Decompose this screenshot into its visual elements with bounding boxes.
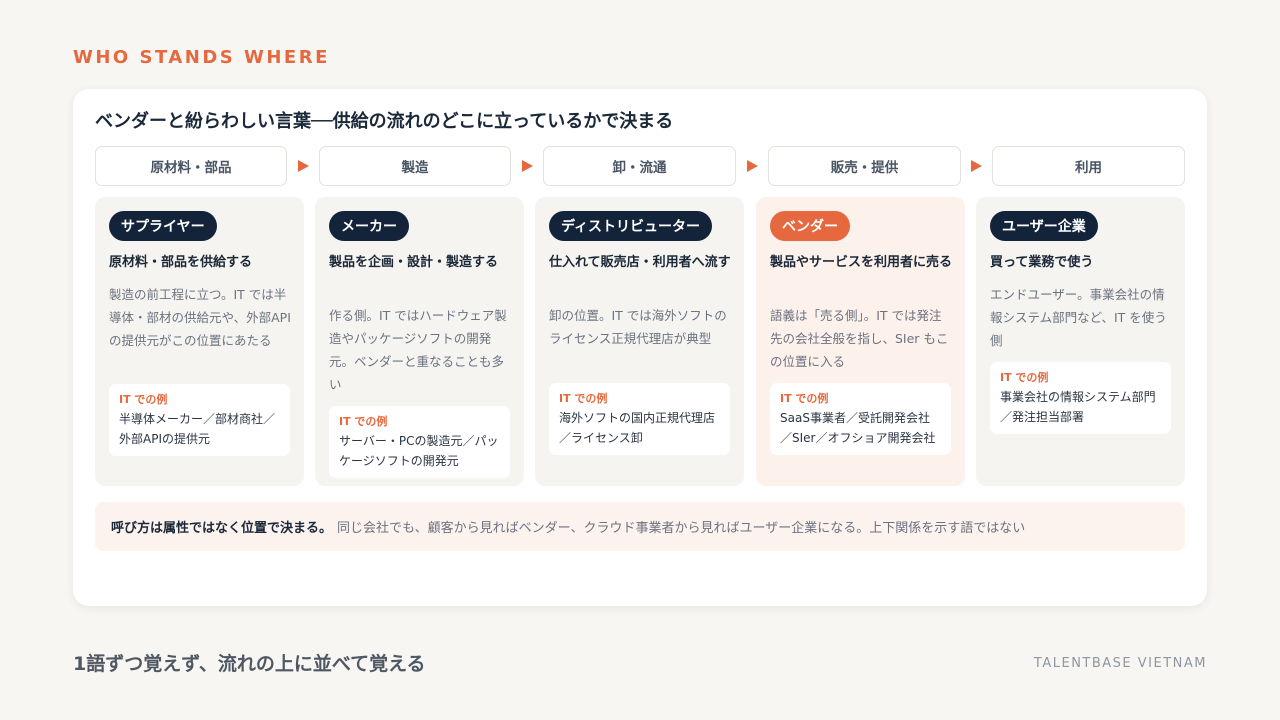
stage-manufacturing: 製造 — [319, 146, 511, 186]
role-badge: ディストリビューター — [549, 211, 713, 241]
role-description: 卸の位置。IT では海外ソフトのライセンス正規代理店が典型 — [549, 308, 727, 346]
example-text: サーバー・PCの製造元／パッケージソフトの開発元 — [339, 434, 499, 468]
example-text: 事業会社の情報システム部門／発注担当部署 — [1000, 390, 1156, 424]
card-title: ベンダーと紛らわしい言葉──供給の流れのどこに立っているかで決まる — [95, 111, 674, 132]
main-card: ベンダーと紛らわしい言葉──供給の流れのどこに立っているかで決まる 原材料・部品… — [73, 89, 1207, 606]
example-box: IT での例 半導体メーカー／部材商社／外部APIの提供元 — [109, 384, 290, 456]
stage-usage: 利用 — [992, 146, 1185, 186]
role-description: 製造の前工程に立つ。IT では半導体・部材の供給元や、外部APIの提供元がこの位… — [109, 287, 291, 348]
role-description: 作る側。IT ではハードウェア製造やパッケージソフトの開発元。ベンダーと重なるこ… — [329, 308, 507, 392]
flow-arrow-icon — [298, 160, 309, 172]
role-card-maker: メーカー 製品を企画・設計・製造する 作る側。IT ではハードウェア製造やパッケ… — [315, 197, 524, 486]
role-badge: メーカー — [329, 211, 409, 241]
role-description: 語義は「売る側」。IT では発注先の会社全般を指し、SIer もこの位置に入る — [770, 308, 949, 369]
role-description: エンドユーザー。事業会社の情報システム部門など、IT を使う側 — [990, 287, 1167, 348]
footer-tagline: 1語ずつ覚えず、流れの上に並べて覚える — [73, 653, 426, 675]
flow-arrow-icon — [522, 160, 533, 172]
flow-arrow-icon — [747, 160, 758, 172]
role-subtitle: 買って業務で使う — [990, 255, 1094, 270]
stage-distribution: 卸・流通 — [543, 146, 736, 186]
stage-sales: 販売・提供 — [768, 146, 961, 186]
role-subtitle: 製品を企画・設計・製造する — [329, 255, 499, 270]
example-label: IT での例 — [780, 392, 829, 405]
example-text: 海外ソフトの国内正規代理店／ライセンス卸 — [559, 411, 716, 445]
stage-materials: 原材料・部品 — [95, 146, 287, 186]
role-card-distributor: ディストリビューター 仕入れて販売店・利用者へ流す 卸の位置。IT では海外ソフ… — [535, 197, 744, 486]
example-label: IT での例 — [559, 392, 608, 405]
role-badge: ユーザー企業 — [990, 211, 1098, 241]
summary-note: 呼び方は属性ではなく位置で決まる。 同じ会社でも、顧客から見ればベンダー、クラウ… — [95, 502, 1185, 551]
example-box: IT での例 海外ソフトの国内正規代理店／ライセンス卸 — [549, 383, 730, 455]
example-box: IT での例 SaaS事業者／受託開発会社／SIer／オフショア開発会社 — [770, 383, 951, 455]
footer-brand: TALENTBASE VIETNAM — [1033, 656, 1207, 671]
example-label: IT での例 — [119, 393, 168, 406]
role-subtitle: 製品やサービスを利用者に売る — [770, 255, 953, 270]
eyebrow-label: WHO STANDS WHERE — [73, 47, 330, 68]
example-label: IT での例 — [339, 415, 388, 428]
flow-arrow-icon — [971, 160, 982, 172]
role-badge: ベンダー — [770, 211, 850, 241]
role-card-vendor: ベンダー 製品やサービスを利用者に売る 語義は「売る側」。IT では発注先の会社… — [756, 197, 965, 486]
role-subtitle: 原材料・部品を供給する — [109, 255, 253, 270]
role-card-supplier: サプライヤー 原材料・部品を供給する 製造の前工程に立つ。IT では半導体・部材… — [95, 197, 304, 486]
role-badge: サプライヤー — [109, 211, 217, 241]
example-box: IT での例 サーバー・PCの製造元／パッケージソフトの開発元 — [329, 406, 510, 478]
example-box: IT での例 事業会社の情報システム部門／発注担当部署 — [990, 362, 1171, 434]
example-text: 半導体メーカー／部材商社／外部APIの提供元 — [119, 412, 276, 446]
note-emphasis: 呼び方は属性ではなく位置で決まる。 — [111, 521, 333, 536]
role-subtitle: 仕入れて販売店・利用者へ流す — [549, 255, 731, 270]
role-card-user-company: ユーザー企業 買って業務で使う エンドユーザー。事業会社の情報システム部門など、… — [976, 197, 1185, 486]
example-text: SaaS事業者／受託開発会社／SIer／オフショア開発会社 — [780, 411, 936, 445]
role-columns: サプライヤー 原材料・部品を供給する 製造の前工程に立つ。IT では半導体・部材… — [95, 197, 1185, 487]
note-text: 同じ会社でも、顧客から見ればベンダー、クラウド事業者から見ればユーザー企業になる… — [337, 521, 1026, 536]
example-label: IT での例 — [1000, 371, 1049, 384]
supply-flow-stages: 原材料・部品 製造 卸・流通 販売・提供 利用 — [95, 146, 1185, 186]
